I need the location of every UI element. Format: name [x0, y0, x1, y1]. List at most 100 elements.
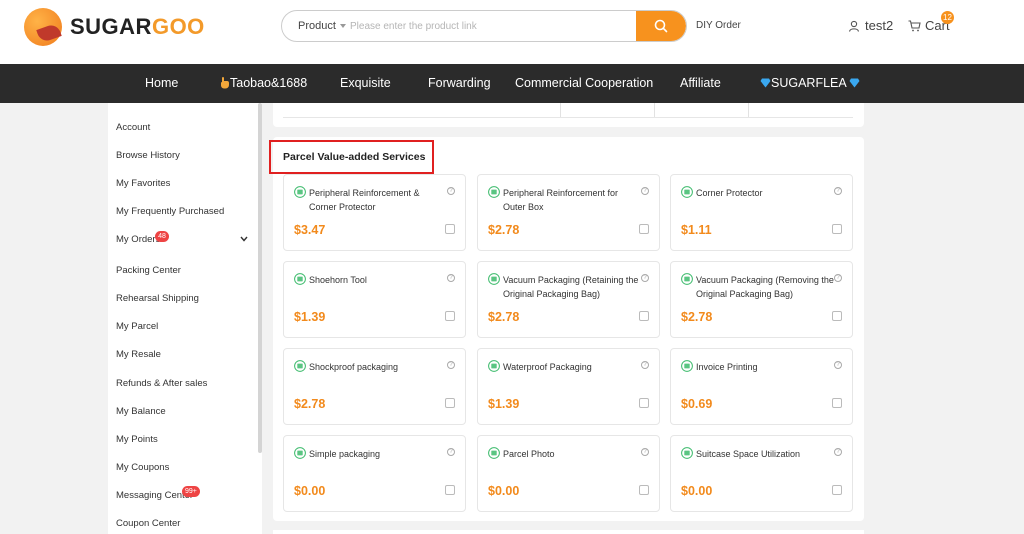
service-checkbox[interactable] — [832, 485, 842, 495]
service-tile[interactable]: Vacuum Packaging (Removing the Original … — [670, 261, 853, 338]
service-price: $2.78 — [488, 223, 520, 237]
photo-icon — [488, 446, 500, 459]
suitcase-icon — [681, 446, 693, 459]
nav-exquisite[interactable]: Exquisite — [340, 64, 391, 103]
sidebar-item-my-parcel[interactable]: My Parcel — [116, 321, 158, 332]
service-checkbox[interactable] — [832, 311, 842, 321]
sidebar-item-refunds[interactable]: Refunds & After sales — [116, 378, 207, 389]
chevron-down-icon[interactable] — [240, 236, 248, 242]
orders-count-badge: 48 — [155, 231, 169, 242]
nav-sugarflea[interactable]: SUGARFLEA — [760, 64, 860, 103]
box-icon — [681, 185, 693, 198]
sidebar-scrollbar[interactable] — [258, 103, 262, 453]
service-tile[interactable]: Peripheral Reinforcement & Corner Protec… — [283, 174, 466, 251]
sidebar-item-browse-history[interactable]: Browse History — [116, 150, 180, 161]
service-price: $0.00 — [294, 484, 326, 498]
package-icon — [294, 446, 306, 459]
help-icon[interactable]: ? — [834, 448, 842, 456]
service-name: Vacuum Packaging (Removing the Original … — [696, 275, 834, 299]
sidebar: Account Browse History My Favorites My F… — [108, 103, 262, 534]
service-name: Peripheral Reinforcement for Outer Box — [503, 188, 619, 212]
logo-icon — [24, 8, 62, 46]
nav-taobao-1688[interactable]: Taobao&1688 — [219, 64, 307, 103]
service-checkbox[interactable] — [832, 398, 842, 408]
service-tile[interactable]: Peripheral Reinforcement for Outer Box? $… — [477, 174, 660, 251]
service-tile[interactable]: Suitcase Space Utilization? $0.00 — [670, 435, 853, 512]
service-tile[interactable]: Waterproof Packaging? $1.39 — [477, 348, 660, 425]
help-icon[interactable]: ? — [641, 274, 649, 282]
help-icon[interactable]: ? — [641, 361, 649, 369]
help-icon[interactable]: ? — [641, 448, 649, 456]
sidebar-item-my-favorites[interactable]: My Favorites — [116, 178, 170, 189]
box-icon — [294, 185, 306, 198]
section-title: Parcel Value-added Services — [283, 151, 426, 163]
logo[interactable]: SUGARGOO — [24, 8, 205, 46]
search-icon — [654, 19, 668, 33]
nav-sugarflea-label: SUGARFLEA — [771, 76, 847, 90]
service-name: Peripheral Reinforcement & Corner Protec… — [309, 188, 420, 212]
next-card-peek — [273, 530, 864, 534]
service-price: $0.00 — [488, 484, 520, 498]
help-icon[interactable]: ? — [447, 361, 455, 369]
service-tile[interactable]: Simple packaging? $0.00 — [283, 435, 466, 512]
vacuum-bag-icon — [681, 272, 693, 285]
service-tile[interactable]: Invoice Printing? $0.69 — [670, 348, 853, 425]
service-tile[interactable]: Parcel Photo? $0.00 — [477, 435, 660, 512]
service-checkbox[interactable] — [445, 398, 455, 408]
sidebar-item-account[interactable]: Account — [116, 122, 150, 133]
nav-forwarding[interactable]: Forwarding — [428, 64, 491, 103]
service-checkbox[interactable] — [445, 224, 455, 234]
sidebar-item-my-resale[interactable]: My Resale — [116, 349, 161, 360]
help-icon[interactable]: ? — [834, 274, 842, 282]
search-button[interactable] — [636, 11, 686, 41]
sidebar-item-packing-center[interactable]: Packing Center — [116, 265, 181, 276]
nav-home[interactable]: Home — [145, 64, 178, 103]
messaging-count-badge: 99+ — [182, 486, 200, 497]
service-name: Shockproof packaging — [309, 362, 399, 372]
table-divider — [654, 103, 655, 117]
help-icon[interactable]: ? — [834, 187, 842, 195]
nav-affiliate[interactable]: Affiliate — [680, 64, 721, 103]
search-type-select[interactable]: Product — [282, 20, 348, 32]
username: test2 — [865, 18, 894, 33]
order-table-partial — [273, 103, 864, 127]
search-type-label: Product — [298, 20, 336, 32]
service-checkbox[interactable] — [639, 224, 649, 234]
service-checkbox[interactable] — [445, 485, 455, 495]
help-icon[interactable]: ? — [447, 187, 455, 195]
search-input[interactable] — [348, 20, 636, 32]
help-icon[interactable]: ? — [641, 187, 649, 195]
service-name: Shoehorn Tool — [309, 275, 367, 285]
service-tile[interactable]: Vacuum Packaging (Retaining the Original… — [477, 261, 660, 338]
service-checkbox[interactable] — [639, 398, 649, 408]
sidebar-item-rehearsal-shipping[interactable]: Rehearsal Shipping — [116, 293, 199, 304]
service-checkbox[interactable] — [832, 224, 842, 234]
printer-icon — [681, 359, 693, 372]
sidebar-item-my-orders[interactable]: My Orders — [116, 234, 160, 245]
service-tile[interactable]: Corner Protector? $1.11 — [670, 174, 853, 251]
waterproof-icon — [488, 359, 500, 372]
sidebar-item-coupon-center[interactable]: Coupon Center — [116, 518, 180, 529]
box-icon — [488, 185, 500, 198]
nav-commercial-cooperation[interactable]: Commercial Cooperation — [515, 64, 653, 103]
sidebar-item-frequently-purchased[interactable]: My Frequently Purchased — [116, 206, 224, 217]
service-checkbox[interactable] — [445, 311, 455, 321]
sidebar-item-my-coupons[interactable]: My Coupons — [116, 462, 169, 473]
service-checkbox[interactable] — [639, 485, 649, 495]
nav-taobao-1688-label: Taobao&1688 — [230, 76, 308, 90]
table-divider — [560, 103, 561, 117]
help-icon[interactable]: ? — [447, 448, 455, 456]
service-price: $0.69 — [681, 397, 713, 411]
service-checkbox[interactable] — [639, 311, 649, 321]
sidebar-item-my-balance[interactable]: My Balance — [116, 406, 166, 417]
user-menu[interactable]: test2 — [848, 18, 893, 33]
help-icon[interactable]: ? — [447, 274, 455, 282]
service-tile[interactable]: Shoehorn Tool? $1.39 — [283, 261, 466, 338]
service-price: $1.39 — [488, 397, 520, 411]
diy-order-link[interactable]: DIY Order — [696, 20, 741, 31]
help-icon[interactable]: ? — [834, 361, 842, 369]
sidebar-item-my-points[interactable]: My Points — [116, 434, 158, 445]
cart-count-badge: 12 — [941, 11, 954, 24]
service-tile[interactable]: Shockproof packaging? $2.78 — [283, 348, 466, 425]
cart-link[interactable]: Cart 12 — [908, 11, 954, 33]
